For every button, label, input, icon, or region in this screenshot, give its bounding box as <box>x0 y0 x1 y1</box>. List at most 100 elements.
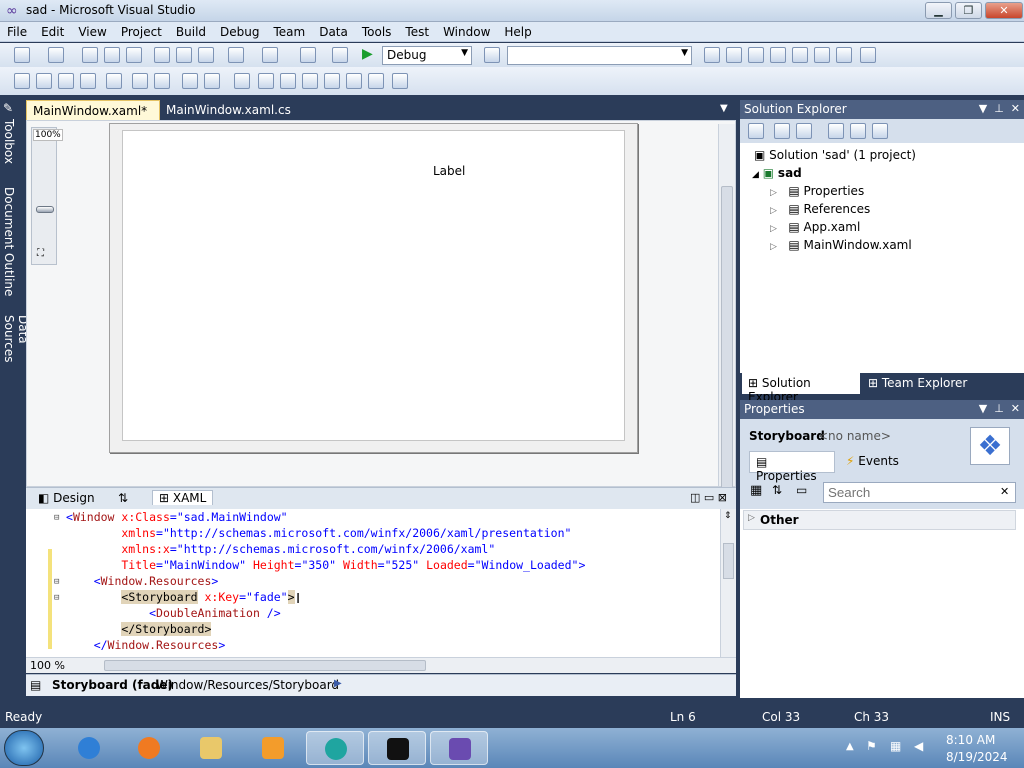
filter-icon[interactable]: ▭ <box>796 483 807 497</box>
tab-solution-explorer[interactable]: ⊞ Solution Explorer <box>742 373 860 404</box>
tab-events[interactable]: ⚡ Events <box>846 454 899 468</box>
tab-team-explorer[interactable]: ⊞ Team Explorer <box>862 373 973 394</box>
code-line[interactable]: </Window.Resources> <box>66 637 226 653</box>
toolbox-icon[interactable] <box>792 47 808 63</box>
tab-properties[interactable]: ▤ Properties <box>749 451 835 483</box>
align-right-icon[interactable] <box>58 73 74 89</box>
pane-layout-icons[interactable]: ◫ ▭ ⊠ <box>690 491 727 504</box>
code-line[interactable]: xmlns:x="http://schemas.microsoft.com/wi… <box>66 541 495 557</box>
code-line[interactable]: <Storyboard x:Key="fade"> <box>66 589 295 605</box>
menu-data[interactable]: Data <box>312 22 355 42</box>
indent-icon[interactable] <box>106 73 122 89</box>
code-line[interactable]: Title="MainWindow" Height="350" Width="5… <box>66 557 585 573</box>
collapse-icon[interactable]: ⊟ <box>54 513 59 523</box>
unindent-icon[interactable] <box>154 73 170 89</box>
tab-mainwindow-xaml-cs[interactable]: MainWindow.xaml.cs <box>160 100 291 122</box>
menu-tools[interactable]: Tools <box>355 22 399 42</box>
flag-icon[interactable]: ⚑ <box>866 739 877 753</box>
next-bookmark-folder-icon[interactable] <box>324 73 340 89</box>
tree-item-app-xaml[interactable]: ▷ ▤ App.xaml <box>770 220 860 234</box>
code-vertical-scrollbar[interactable]: ⇕ <box>720 509 736 657</box>
tree-item-mainwindow-xaml[interactable]: ▷ ▤ MainWindow.xaml <box>770 238 912 252</box>
scroll-thumb[interactable] <box>721 186 733 531</box>
menu-test[interactable]: Test <box>398 22 436 42</box>
open-file-icon[interactable] <box>82 47 98 63</box>
clear-bookmarks-icon[interactable] <box>346 73 362 89</box>
platform-dropdown[interactable]: ▼ <box>507 46 692 65</box>
properties-search-input[interactable] <box>823 482 1016 503</box>
show-hidden-icons[interactable]: ▲ <box>846 741 854 752</box>
new-project-icon[interactable] <box>14 47 30 63</box>
tab-mainwindow-xaml[interactable]: MainWindow.xaml* ✕ <box>26 100 160 132</box>
taskbar-explorer[interactable] <box>182 731 240 765</box>
clock-date[interactable]: 8/19/2024 <box>946 750 1008 764</box>
zoom-thumb[interactable] <box>36 206 54 213</box>
split-icon[interactable]: ⇕ <box>724 511 732 521</box>
solution-explorer-icon[interactable] <box>726 47 742 63</box>
object-browser-icon[interactable] <box>770 47 786 63</box>
add-item-icon[interactable] <box>48 47 64 63</box>
tab-xaml[interactable]: ⊞ XAML <box>152 490 214 505</box>
uncomment-icon[interactable] <box>204 73 220 89</box>
breadcrumb-arrow-icon[interactable]: ▶ <box>334 678 342 689</box>
close-button[interactable]: ✕ <box>985 2 1023 19</box>
solution-node[interactable]: ▣ Solution 'sad' (1 project) <box>754 148 916 162</box>
prev-bookmark-icon[interactable] <box>258 73 274 89</box>
navigate-forward-icon[interactable] <box>332 47 348 63</box>
align-center-icon[interactable] <box>36 73 52 89</box>
save-icon[interactable] <box>104 47 120 63</box>
view-code-icon[interactable] <box>828 123 844 139</box>
taskbar-media[interactable] <box>244 731 302 765</box>
show-all-files-icon[interactable] <box>774 123 790 139</box>
categorized-icon[interactable]: ▦ <box>750 483 762 498</box>
start-button[interactable] <box>4 730 44 766</box>
fit-icon[interactable]: ⛶ <box>37 248 44 259</box>
object-name[interactable]: <no name> <box>818 429 891 443</box>
find-in-files-icon[interactable] <box>704 47 720 63</box>
label-control[interactable]: Label <box>433 164 465 178</box>
properties-icon[interactable] <box>748 123 764 139</box>
code-line[interactable]: <DoubleAnimation /> <box>66 605 281 621</box>
project-node[interactable]: ◢ ▣ sad <box>752 166 802 180</box>
breadcrumb-path[interactable]: Window/Resources/Storyboard <box>156 678 339 692</box>
maximize-button[interactable]: ❐ <box>955 2 982 19</box>
comment-icon[interactable] <box>182 73 198 89</box>
menu-help[interactable]: Help <box>497 22 538 42</box>
code-line[interactable]: <Window x:Class="sad.MainWindow" <box>66 509 288 525</box>
menu-edit[interactable]: Edit <box>34 22 71 42</box>
taskbar-firefox[interactable] <box>120 731 178 765</box>
scroll-thumb[interactable] <box>104 660 426 671</box>
cut-icon[interactable] <box>154 47 170 63</box>
class-diagram-icon[interactable] <box>872 123 888 139</box>
network-icon[interactable]: ▦ <box>890 739 901 753</box>
menu-window[interactable]: Window <box>436 22 497 42</box>
config-dropdown[interactable]: Debug ▼ <box>382 46 472 65</box>
refresh-icon[interactable] <box>796 123 812 139</box>
paste-icon[interactable] <box>198 47 214 63</box>
clear-search-icon[interactable]: ✕ <box>1000 485 1009 498</box>
start-page-icon[interactable] <box>814 47 830 63</box>
properties-icon[interactable] <box>748 47 764 63</box>
taskbar-cmd[interactable] <box>368 731 426 765</box>
scroll-thumb[interactable] <box>723 543 734 579</box>
align-left-icon[interactable] <box>14 73 30 89</box>
window-client-area[interactable] <box>122 130 625 441</box>
view-designer-icon[interactable] <box>850 123 866 139</box>
start-debug-icon[interactable]: ▶ <box>362 46 373 62</box>
menu-team[interactable]: Team <box>266 22 312 42</box>
zoom-slider[interactable]: 100% ⛶ <box>31 127 63 265</box>
code-horizontal-scrollbar[interactable]: 100 % <box>26 657 736 673</box>
platform-icon[interactable] <box>484 47 500 63</box>
tree-item-properties[interactable]: ▷ ▤ Properties <box>770 184 864 198</box>
volume-icon[interactable]: ◀ <box>914 739 923 753</box>
taskbar-ie[interactable] <box>60 731 118 765</box>
taskbar-app[interactable] <box>306 731 364 765</box>
code-line[interactable]: xmlns="http://schemas.microsoft.com/winf… <box>66 525 571 541</box>
swap-panes-icon[interactable]: ⇅ <box>114 491 132 505</box>
replace-icon[interactable] <box>392 73 408 89</box>
tab-list-icon[interactable]: ▼ <box>720 103 728 114</box>
menu-build[interactable]: Build <box>169 22 213 42</box>
copy-icon[interactable] <box>176 47 192 63</box>
prev-bookmark-folder-icon[interactable] <box>302 73 318 89</box>
document-outline-tab[interactable]: Document Outline <box>2 187 16 296</box>
